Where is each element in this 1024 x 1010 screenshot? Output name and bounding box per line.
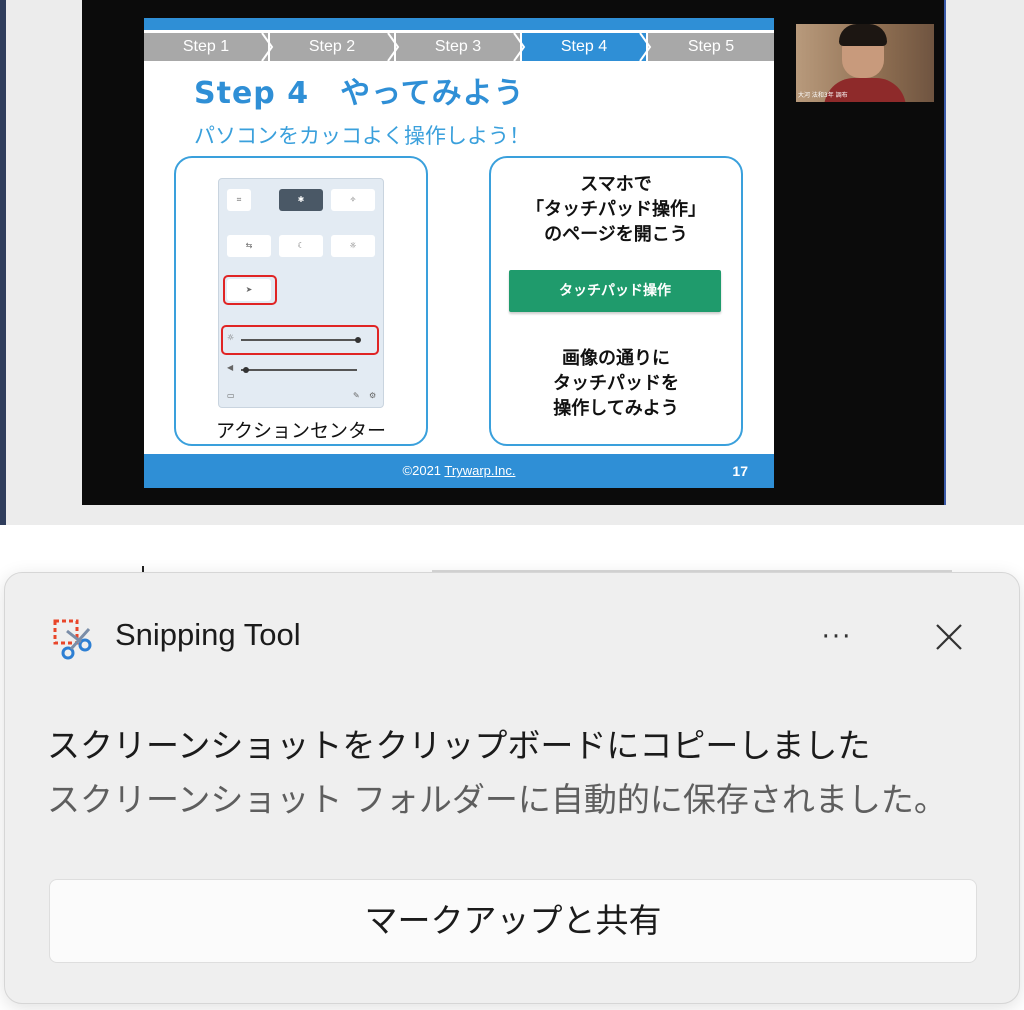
quick-tile: ☾	[279, 235, 323, 257]
highlight-box	[223, 275, 277, 305]
instruction-open-page: スマホで 「タッチパッド操作」 のページを開こう	[526, 174, 706, 245]
slide-page-number: 17	[732, 463, 748, 479]
more-options-button[interactable]: ···	[805, 611, 869, 663]
volume-slider-track	[241, 369, 357, 371]
participant-name-tag: 大河 法和3年 調布	[798, 92, 848, 99]
snipping-tool-icon	[53, 619, 92, 660]
close-icon	[936, 624, 962, 650]
step-5: Step 5	[648, 33, 774, 61]
quick-tile: ⇆	[227, 235, 271, 257]
step-4: Step 4	[522, 33, 646, 61]
footer-copyright: ©2021 Trywarp.Inc.	[144, 454, 774, 488]
slide-title: Step 4 やってみよう	[194, 76, 525, 111]
step-1: Step 1	[144, 33, 268, 61]
volume-icon: ◀	[227, 363, 234, 372]
action-center-label: アクションセンター	[215, 420, 387, 442]
close-button[interactable]	[921, 611, 977, 663]
presentation-slide: Step 1 Step 2 Step 3 Step 4 Step 5 Step …	[144, 18, 774, 488]
copyright-text: ©2021	[402, 463, 445, 478]
step-chevron-icon	[513, 33, 526, 61]
step-progress-bar: Step 1 Step 2 Step 3 Step 4 Step 5	[144, 33, 774, 61]
touchpad-operation-button: タッチパッド操作	[509, 270, 721, 312]
touchpad-instructions-panel: スマホで 「タッチパッド操作」 のページを開こう タッチパッド操作 画像の通りに…	[489, 156, 743, 446]
quick-tile: ☼	[331, 235, 375, 257]
volume-slider-thumb	[243, 367, 249, 373]
company-link: Trywarp.Inc.	[444, 463, 516, 478]
quick-tile-active: ✱	[279, 189, 323, 211]
notification-title: スクリーンショットをクリップボードにコピーしました	[47, 726, 871, 765]
notification-body: スクリーンショット フォルダーに自動的に保存されました。	[47, 780, 947, 819]
action-center-panel: ⌗ ✱ ✧ ⇆ ☾ ☼ ➤ ☼ ◀ ▭ ✎ ⚙ アクションセンター	[174, 156, 428, 446]
step-chevron-icon	[639, 33, 652, 61]
quick-tile: ⌗	[227, 189, 251, 211]
step-2: Step 2	[270, 33, 394, 61]
shared-screen-edge	[944, 0, 946, 505]
settings-icon: ⚙	[369, 391, 377, 400]
slide-top-bar	[144, 18, 774, 30]
slide-subtitle: パソコンをカッコよく操作しよう！	[194, 124, 530, 148]
highlight-box	[221, 325, 379, 355]
app-name: Snipping Tool	[115, 617, 301, 652]
step-3: Step 3	[396, 33, 520, 61]
window-edge	[0, 0, 6, 525]
quick-tile: ✧	[331, 189, 375, 211]
snipping-tool-notification[interactable]: Snipping Tool ··· スクリーンショットをクリップボードにコピーし…	[4, 572, 1020, 1004]
edit-icon: ✎	[353, 391, 360, 400]
battery-icon: ▭	[227, 391, 235, 400]
participant-video-tile: 大河 法和3年 調布	[796, 24, 934, 102]
action-center-screenshot: ⌗ ✱ ✧ ⇆ ☾ ☼ ➤ ☼ ◀ ▭ ✎ ⚙	[218, 178, 384, 408]
slide-footer: ©2021 Trywarp.Inc. 17	[144, 454, 774, 488]
step-chevron-icon	[387, 33, 400, 61]
step-chevron-icon	[261, 33, 274, 61]
video-call-area: Step 1 Step 2 Step 3 Step 4 Step 5 Step …	[0, 0, 1024, 525]
markup-and-share-button[interactable]: マークアップと共有	[49, 879, 977, 963]
participant-hair	[839, 24, 887, 46]
instruction-try-touchpad: 画像の通りに タッチパッドを 操作してみよう	[553, 348, 679, 419]
